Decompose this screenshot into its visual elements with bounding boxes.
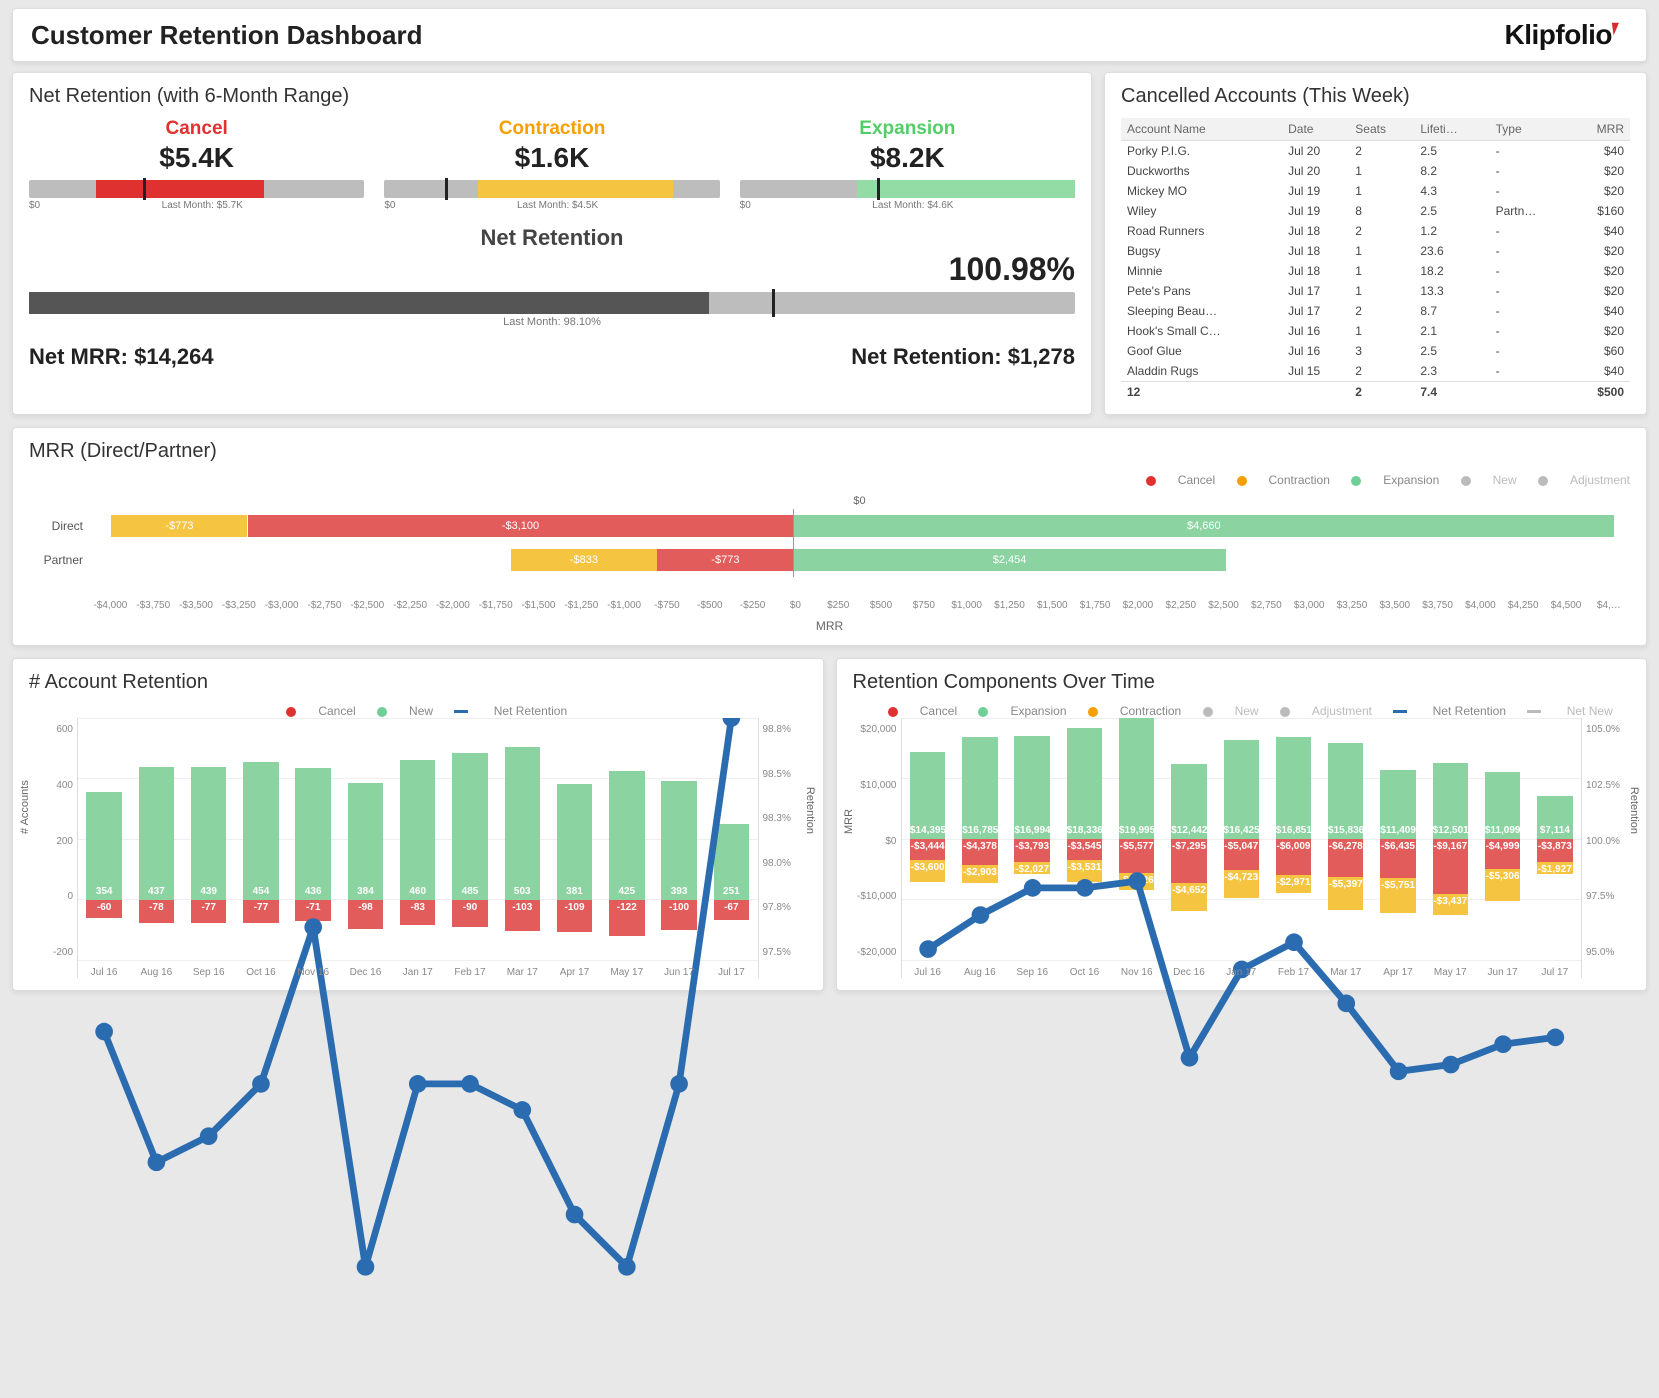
brand-logo: Klipfolio: [1505, 19, 1628, 51]
chart-column: $19,995-$5,577-$2,926: [1115, 718, 1159, 960]
chart-column: $11,099-$4,999-$5,306: [1480, 718, 1524, 960]
kpi-cancel: Cancel $5.4K $0Last Month: $5.7K: [29, 118, 364, 211]
header: Customer Retention Dashboard Klipfolio: [12, 8, 1647, 62]
table-row[interactable]: Hook's Small C…Jul 1612.1-$20: [1121, 321, 1630, 341]
chart-column: 439-77: [187, 718, 231, 960]
retention-components-panel: Retention Components Over Time Cancel Ex…: [836, 658, 1648, 991]
retention-components-chart: MRR Retention $20,000$10,000$0-$10,000-$…: [853, 718, 1631, 978]
chart-column: $15,836-$6,278-$5,397: [1324, 718, 1368, 960]
chart-column: $7,114-$3,873-$1,927: [1533, 718, 1577, 960]
chart-column: 454-77: [239, 718, 283, 960]
table-row[interactable]: BugsyJul 18123.6-$20: [1121, 241, 1630, 261]
net-retention-value: 100.98%: [29, 251, 1075, 288]
chart-column: $14,395-$3,444-$3,600: [906, 718, 950, 960]
chart-column: $12,442-$7,295-$4,652: [1167, 718, 1211, 960]
chart-column: 354-60: [82, 718, 126, 960]
table-header[interactable]: Date: [1282, 118, 1349, 141]
chart-column: 425-122: [605, 718, 649, 960]
table-row[interactable]: Aladdin RugsJul 1522.3-$40: [1121, 361, 1630, 382]
chart-column: $18,336-$3,545-$3,531: [1062, 718, 1106, 960]
chart-column: 503-103: [500, 718, 544, 960]
chart-column: $11,409-$6,435-$5,751: [1376, 718, 1420, 960]
table-row[interactable]: MinnieJul 18118.2-$20: [1121, 261, 1630, 281]
account-retention-chart: # Accounts Retention 6004002000-200 354-…: [29, 718, 807, 978]
retention-components-legend: Cancel Expansion Contraction New Adjustm…: [853, 704, 1631, 718]
net-retention-dollar: Net Retention: $1,278: [851, 344, 1075, 370]
table-row[interactable]: DuckworthsJul 2018.2-$20: [1121, 161, 1630, 181]
table-row[interactable]: Goof GlueJul 1632.5-$60: [1121, 341, 1630, 361]
chart-column: 437-78: [134, 718, 178, 960]
table-header[interactable]: Account Name: [1121, 118, 1282, 141]
chart-column: 460-83: [396, 718, 440, 960]
account-retention-legend: Cancel New Net Retention: [29, 704, 807, 718]
hbar-row: Direct-$773-$3,100$4,660: [29, 509, 1630, 543]
table-row[interactable]: Pete's PansJul 17113.3-$20: [1121, 281, 1630, 301]
table-row[interactable]: Sleeping Beau…Jul 1728.7-$40: [1121, 301, 1630, 321]
table-header[interactable]: Seats: [1349, 118, 1414, 141]
chart-column: 251-67: [709, 718, 753, 960]
hbar-row: Partner-$833-$773$2,454: [29, 543, 1630, 577]
panel-title: Net Retention (with 6-Month Range): [29, 85, 1075, 108]
net-retention-panel: Net Retention (with 6-Month Range) Cance…: [12, 72, 1092, 415]
page-title: Customer Retention Dashboard: [31, 20, 423, 51]
net-mrr: Net MRR: $14,264: [29, 344, 214, 370]
table-header[interactable]: MRR: [1570, 118, 1630, 141]
table-row[interactable]: Mickey MOJul 1914.3-$20: [1121, 181, 1630, 201]
table-row[interactable]: WileyJul 1982.5Partn…$160: [1121, 201, 1630, 221]
mrr-panel: MRR (Direct/Partner) Cancel Contraction …: [12, 427, 1647, 646]
account-retention-panel: # Account Retention Cancel New Net Reten…: [12, 658, 824, 991]
net-retention-title: Net Retention: [29, 225, 1075, 251]
chart-column: 393-100: [657, 718, 701, 960]
table-row[interactable]: Porky P.I.G.Jul 2022.5-$40: [1121, 141, 1630, 162]
chart-column: 485-90: [448, 718, 492, 960]
table-row[interactable]: Road RunnersJul 1821.2-$40: [1121, 221, 1630, 241]
kpi-contraction: Contraction $1.6K $0Last Month: $4.5K: [384, 118, 719, 211]
cancelled-table: Account NameDateSeatsLifeti…TypeMRR Pork…: [1121, 118, 1630, 402]
chart-column: $16,785-$4,378-$2,903: [958, 718, 1002, 960]
chart-column: 436-71: [291, 718, 335, 960]
cancelled-accounts-panel: Cancelled Accounts (This Week) Account N…: [1104, 72, 1647, 415]
chart-column: 381-109: [552, 718, 596, 960]
chart-column: $16,851-$6,009-$2,971: [1271, 718, 1315, 960]
chart-column: $16,994-$3,793-$2,027: [1010, 718, 1054, 960]
table-header[interactable]: Type: [1490, 118, 1570, 141]
mrr-legend: Cancel Contraction Expansion New Adjustm…: [29, 473, 1630, 487]
chart-column: $16,425-$5,047-$4,723: [1219, 718, 1263, 960]
chart-column: 384-98: [343, 718, 387, 960]
chart-column: $12,501-$9,167-$3,437: [1428, 718, 1472, 960]
table-header[interactable]: Lifeti…: [1414, 118, 1489, 141]
kpi-expansion: Expansion $8.2K $0Last Month: $4.6K: [740, 118, 1075, 211]
